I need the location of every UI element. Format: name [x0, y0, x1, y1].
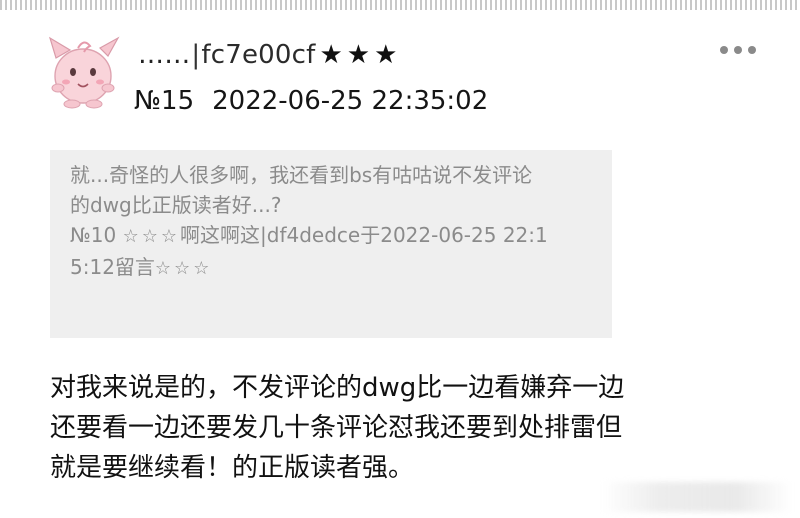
quote-stars: ☆☆☆: [154, 258, 213, 279]
author-separator: |: [191, 40, 201, 70]
more-dot-icon: [734, 46, 742, 54]
quote-meta-line: №10 ☆☆☆啊这啊这|df4dedce于2022-06-25 22:1: [70, 220, 612, 252]
quote-text-line: 的dwg比正版读者好...?: [70, 193, 282, 217]
author-name[interactable]: ……: [138, 40, 190, 70]
post-meta: №15 2022-06-25 22:35:02: [134, 84, 488, 118]
quote-timestamp-tail: 5:12留言: [70, 255, 155, 279]
quote-meta-line: 5:12留言☆☆☆: [70, 252, 612, 284]
more-dot-icon: [720, 46, 728, 54]
divider: [0, 0, 800, 10]
more-dot-icon: [748, 46, 756, 54]
reply-text-line: 对我来说是的，不发评论的dwg比一边看嫌弃一边: [50, 373, 625, 403]
floor-number: №15: [134, 86, 195, 116]
avatar-clefairy-icon: [48, 36, 120, 109]
comment-card: ……|fc7e00cf ★★★ №15 2022-06-25 22:35:02 就.…: [0, 0, 800, 518]
watermark: [602, 482, 792, 512]
reply-body: 对我来说是的，不发评论的dwg比一边看嫌弃一边 还要看一边还要发几十条评论怼我还…: [50, 368, 790, 488]
post-timestamp: 2022-06-25 22:35:02: [212, 86, 489, 116]
quote-floor-number: №10: [70, 223, 123, 247]
quote-text-line: 就...奇怪的人很多啊，我还看到bs有咕咕说不发评论: [70, 163, 533, 187]
author-line: ……|fc7e00cf ★★★: [138, 38, 401, 72]
more-menu-button[interactable]: [720, 40, 758, 60]
reply-text-line: 还要看一边还要发几十条评论怼我还要到处排雷但: [50, 413, 623, 443]
rating-stars: ★★★: [319, 40, 402, 70]
avatar[interactable]: [42, 28, 124, 110]
quote-stars: ☆☆☆: [122, 226, 181, 247]
user-id[interactable]: fc7e00cf: [201, 40, 315, 70]
quote-author-info: 啊这啊这|df4dedce于2022-06-25 22:1: [180, 223, 548, 247]
quoted-comment[interactable]: 就...奇怪的人很多啊，我还看到bs有咕咕说不发评论 的dwg比正版读者好...…: [50, 150, 612, 338]
